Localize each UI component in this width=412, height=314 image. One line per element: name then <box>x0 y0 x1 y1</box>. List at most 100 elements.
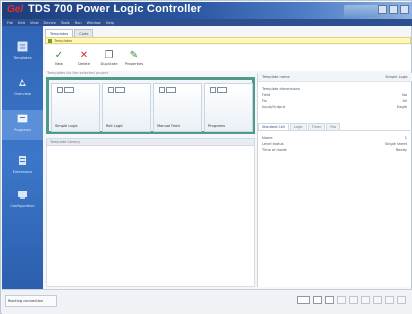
step-forward-icon[interactable] <box>385 296 394 304</box>
template-name: Programs <box>208 124 226 128</box>
template-card-programs[interactable]: Programs <box>204 83 253 132</box>
close-button[interactable] <box>400 5 409 14</box>
duplicate-icon: ❐ <box>104 50 114 61</box>
template-thumbnail-icon <box>159 87 176 93</box>
download-icon[interactable] <box>397 296 406 304</box>
configuration-icon <box>18 191 27 199</box>
menu-device[interactable]: Device <box>44 21 56 25</box>
nav-item-programs[interactable]: Programs <box>2 110 43 140</box>
save-icon[interactable] <box>313 296 322 304</box>
stop-icon[interactable] <box>373 296 382 304</box>
cell-row-value: Single sheet <box>384 142 407 146</box>
details-header-key: Template name <box>262 75 290 79</box>
templates-group-label: Templates for the selected project <box>47 71 109 75</box>
nav-label-overview: Overview <box>14 92 31 96</box>
menu-view[interactable]: View <box>30 21 39 25</box>
library-header: Template Library <box>46 138 255 146</box>
play-icon[interactable] <box>349 296 358 304</box>
tab-code[interactable]: Code <box>74 29 94 37</box>
menu-window[interactable]: Window <box>87 21 101 25</box>
details-tabs: Standard Cell Logic Timer Pos <box>258 123 341 130</box>
pause-icon[interactable] <box>361 296 370 304</box>
folder-icon <box>48 39 52 43</box>
menu-help[interactable]: Help <box>106 21 114 25</box>
network-icon[interactable] <box>297 296 310 304</box>
overview-icon <box>19 79 26 86</box>
new-button[interactable]: ✓ New <box>48 50 70 70</box>
tab-templates[interactable]: Templates <box>45 29 74 37</box>
details-row-key: Fix <box>262 99 267 103</box>
templates-panel: Simple Logic Rell Logic Manual Feed Prog… <box>46 77 255 134</box>
status-icons <box>297 296 406 304</box>
template-card-manual-feed[interactable]: Manual Feed <box>153 83 202 132</box>
delete-button[interactable]: ✕ Delete <box>73 50 95 70</box>
cell-row-key: Name <box>262 136 273 140</box>
details-row-value: No <box>402 93 407 97</box>
title-bar: Gel TDS 700 Power Logic Controller <box>2 2 412 19</box>
templates-icon <box>17 41 28 52</box>
tab-divider <box>258 130 412 131</box>
cell-row-key: Time of mode <box>262 148 287 152</box>
status-bar: Rocking connection <box>2 289 412 314</box>
section-bar-label: Templates <box>54 39 73 43</box>
menu-run[interactable]: Run <box>75 21 82 25</box>
print-icon[interactable] <box>325 296 334 304</box>
template-card-simple-logic[interactable]: Simple Logic <box>51 83 100 132</box>
menu-file[interactable]: File <box>7 21 13 25</box>
details-header: Template name Simple Logic <box>258 73 412 82</box>
main-tabs: Templates Code <box>45 29 94 37</box>
side-nav: Templates Overview Programs Extensions C… <box>2 26 43 289</box>
nav-label-templates: Templates <box>13 56 32 60</box>
window-title: TDS 700 Power Logic Controller <box>28 3 202 15</box>
checkmark-icon: ✓ <box>54 50 64 61</box>
template-thumbnail-icon <box>210 87 227 93</box>
menu-edit[interactable]: Edit <box>18 21 25 25</box>
properties-button-label: Properties <box>124 62 144 66</box>
app-window: Gel TDS 700 Power Logic Controller File … <box>0 0 412 314</box>
maximize-button[interactable] <box>389 5 398 14</box>
section-bar: Templates <box>45 37 411 44</box>
nav-label-extensions: Extensions <box>12 170 33 174</box>
programs-icon <box>17 114 28 123</box>
brand-logo: Gel <box>7 4 24 15</box>
tab-logic[interactable]: Logic <box>289 123 307 130</box>
cell-row-value: Ready <box>395 148 407 152</box>
title-decoration <box>344 5 378 17</box>
menu-bar: File Edit View Device Tools Run Window H… <box>2 19 412 26</box>
details-row-key: Field <box>262 93 271 97</box>
tab-standard-cell[interactable]: Standard Cell <box>258 123 289 130</box>
details-row-key: Input/Output <box>262 105 285 109</box>
properties-icon: ✎ <box>129 50 139 61</box>
template-name: Simple Logic <box>55 124 78 128</box>
template-card-rell-logic[interactable]: Rell Logic <box>102 83 151 132</box>
details-row-value: Eagle <box>397 105 407 109</box>
step-back-icon[interactable] <box>337 296 346 304</box>
nav-label-programs: Programs <box>13 128 32 132</box>
nav-item-configuration[interactable]: Configuration <box>2 186 43 216</box>
nav-item-overview[interactable]: Overview <box>2 74 43 104</box>
window-controls <box>378 5 409 14</box>
extensions-icon <box>19 156 26 165</box>
tab-pos[interactable]: Pos <box>326 123 341 130</box>
nav-item-templates[interactable]: Templates <box>2 38 43 68</box>
duplicate-button-label: Duplicate <box>100 62 118 66</box>
details-section-title: Template dimensions <box>262 87 301 91</box>
nav-label-configuration: Configuration <box>10 204 35 208</box>
details-pane: Template name Simple Logic Template dime… <box>257 73 412 287</box>
delete-button-label: Delete <box>78 62 90 66</box>
minimize-button[interactable] <box>378 5 387 14</box>
status-text: Rocking connection <box>5 295 57 307</box>
nav-item-extensions[interactable]: Extensions <box>2 152 43 182</box>
toolbar: ✓ New ✕ Delete ❐ Duplicate ✎ Properties <box>45 45 411 71</box>
details-row-value: All <box>402 99 407 103</box>
new-button-label: New <box>55 62 63 66</box>
tab-timer[interactable]: Timer <box>307 123 326 130</box>
properties-button[interactable]: ✎ Properties <box>123 50 145 70</box>
delete-icon: ✕ <box>79 50 89 61</box>
menu-tools[interactable]: Tools <box>61 21 70 25</box>
details-header-value: Simple Logic <box>385 75 408 79</box>
template-name: Manual Feed <box>157 124 180 128</box>
library-list[interactable] <box>46 146 255 287</box>
duplicate-button[interactable]: ❐ Duplicate <box>98 50 120 70</box>
template-name: Rell Logic <box>106 124 124 128</box>
